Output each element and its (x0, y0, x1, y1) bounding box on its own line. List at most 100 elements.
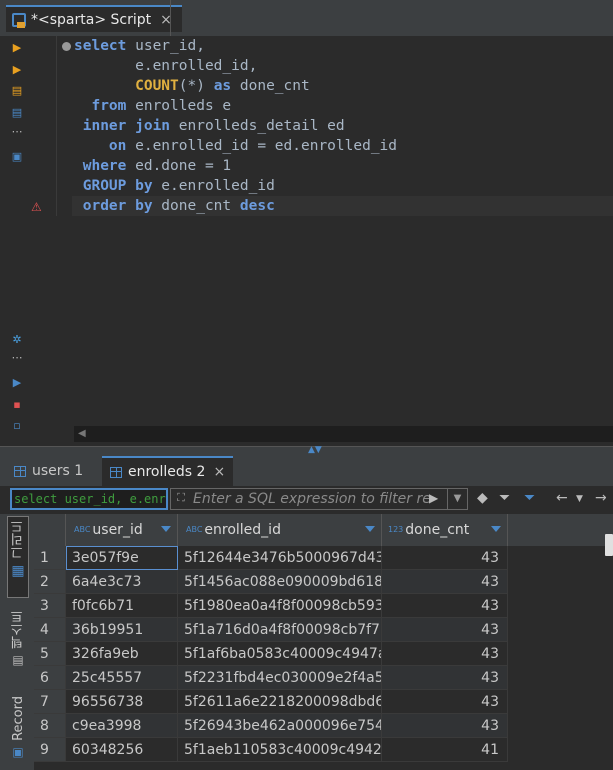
sql-keyword: desc (239, 198, 275, 214)
back-arrow-icon[interactable]: ← (556, 490, 568, 506)
cell-enrolled-id[interactable]: 5f12644e3476b5000967d439 (178, 546, 382, 570)
code-line[interactable]: select user_id, (74, 36, 613, 56)
horizontal-scrollbar[interactable]: ◀ (74, 426, 613, 442)
table-row[interactable]: 9 60348256 5f1aeb110583c40009c49426 41 (34, 738, 508, 762)
execute-statement-icon[interactable]: ▶ (10, 40, 24, 54)
code-line[interactable]: COUNT(*) as done_cnt (74, 76, 613, 96)
expand-filter-icon[interactable]: ⛶ (173, 491, 189, 507)
sql-text: e.enrolled_id (152, 178, 275, 194)
scroll-left-icon[interactable]: ◀ (78, 428, 86, 439)
export-icon[interactable]: ▶ (10, 375, 24, 389)
cell-user-id[interactable]: 96556738 (66, 690, 178, 714)
output-icon[interactable]: ▫ (10, 418, 24, 432)
cell-done-cnt[interactable]: 43 (382, 690, 508, 714)
sql-keyword: select (74, 38, 127, 54)
code-line[interactable]: where ed.done = 1 (74, 156, 613, 176)
results-grid[interactable]: ABC user_id ABC enrolled_id 123 done_cnt… (34, 514, 613, 770)
cell-done-cnt[interactable]: 43 (382, 714, 508, 738)
sql-keyword: GROUP by (82, 178, 153, 194)
execute-new-tab-icon[interactable]: ▶ (10, 62, 24, 76)
column-header-user-id[interactable]: ABC user_id (66, 514, 178, 546)
table-row[interactable]: 1 3e057f9e 5f12644e3476b5000967d439 43 (34, 546, 508, 570)
sql-text: e.enrolled_id, (74, 58, 258, 74)
filter-settings-icon[interactable]: ⏷ (499, 490, 510, 506)
explain-plan-icon[interactable]: ▤ (10, 105, 24, 119)
code-line[interactable]: order by done_cnt desc (72, 196, 613, 216)
apply-filter-icon[interactable]: ▶ (429, 491, 438, 505)
cell-enrolled-id[interactable]: 5f1af6ba0583c40009c4947a (178, 642, 382, 666)
close-icon[interactable]: × (213, 464, 225, 480)
text-view-icon: ▤ (12, 653, 24, 667)
cell-done-cnt[interactable]: 43 (382, 666, 508, 690)
code-line[interactable]: GROUP by e.enrolled_id (74, 176, 613, 196)
terminal-icon[interactable]: ▣ (10, 149, 24, 163)
sort-icon[interactable] (365, 526, 375, 532)
query-text-preview[interactable]: select user_id, e.enr (10, 488, 168, 510)
more-tools-icon[interactable]: ⋯ (10, 124, 24, 138)
filter-input[interactable] (193, 489, 429, 509)
cell-user-id[interactable]: c9ea3998 (66, 714, 178, 738)
import-icon[interactable]: ▪ (10, 397, 24, 411)
cell-user-id[interactable]: 326fa9eb (66, 642, 178, 666)
column-header-done-cnt[interactable]: 123 done_cnt (382, 514, 508, 546)
table-row[interactable]: 6 25c45557 5f2231fbd4ec030009e2f4a5 43 (34, 666, 508, 690)
execute-script-icon[interactable]: ▤ (10, 83, 24, 97)
code-area[interactable]: select user_id, e.enrolled_id, COUNT(*) … (72, 36, 613, 216)
settings-icon[interactable]: ✲ (10, 332, 24, 346)
cell-enrolled-id[interactable]: 5f1456ac088e090009bd6188 (178, 570, 382, 594)
cell-enrolled-id[interactable]: 5f1a716d0a4f8f00098cb7f7 (178, 618, 382, 642)
code-line[interactable]: e.enrolled_id, (74, 56, 613, 76)
table-row[interactable]: 7 96556738 5f2611a6e2218200098dbd6d 43 (34, 690, 508, 714)
cell-user-id[interactable]: f0fc6b71 (66, 594, 178, 618)
eraser-icon[interactable]: ◆ (477, 490, 488, 506)
cell-user-id[interactable]: 60348256 (66, 738, 178, 762)
splitter-handle-icon[interactable]: ▲▼ (308, 446, 322, 455)
table-row[interactable]: 3 f0fc6b71 5f1980ea0a4f8f00098cb593 43 (34, 594, 508, 618)
code-line[interactable]: inner join enrolleds_detail ed (74, 116, 613, 136)
cell-enrolled-id[interactable]: 5f2231fbd4ec030009e2f4a5 (178, 666, 382, 690)
sql-keyword: from (91, 98, 127, 114)
sort-icon[interactable] (491, 526, 501, 532)
cell-enrolled-id[interactable]: 5f1980ea0a4f8f00098cb593 (178, 594, 382, 618)
tab-users-1[interactable]: users 1 (6, 456, 91, 486)
vertical-scrollbar-thumb[interactable] (605, 534, 613, 556)
cell-done-cnt[interactable]: 43 (382, 642, 508, 666)
editor-tab-script[interactable]: *<sparta> Script × (6, 5, 182, 32)
table-row[interactable]: 5 326fa9eb 5f1af6ba0583c40009c4947a 43 (34, 642, 508, 666)
cell-user-id[interactable]: 3e057f9e (66, 546, 178, 570)
more-panel-icon[interactable]: ⋯ (10, 350, 24, 364)
table-row[interactable]: 2 6a4e3c73 5f1456ac088e090009bd6188 43 (34, 570, 508, 594)
back-dropdown-icon[interactable]: ▼ (576, 494, 583, 504)
tab-enrolleds-2[interactable]: enrolleds 2 × (102, 456, 234, 486)
cell-user-id[interactable]: 36b19951 (66, 618, 178, 642)
cell-done-cnt[interactable]: 43 (382, 594, 508, 618)
cell-enrolled-id[interactable]: 5f1aeb110583c40009c49426 (178, 738, 382, 762)
result-tab-bar: users 1 enrolleds 2 × (0, 454, 613, 486)
cell-user-id[interactable]: 6a4e3c73 (66, 570, 178, 594)
sort-icon[interactable] (161, 526, 171, 532)
cell-enrolled-id[interactable]: 5f2611a6e2218200098dbd6d (178, 690, 382, 714)
fold-icon[interactable] (62, 42, 71, 51)
cell-done-cnt[interactable]: 43 (382, 546, 508, 570)
tab-grid[interactable]: 그리드 ▦ (8, 520, 28, 579)
code-line[interactable]: on e.enrolled_id = ed.enrolled_id (74, 136, 613, 156)
cell-done-cnt[interactable]: 43 (382, 618, 508, 642)
sql-text: done_cnt (231, 78, 310, 94)
code-line[interactable]: from enrolleds e (74, 96, 613, 116)
column-header-enrolled-id[interactable]: ABC enrolled_id (178, 514, 382, 546)
cell-user-id[interactable]: 25c45557 (66, 666, 178, 690)
cell-enrolled-id[interactable]: 5f26943be462a000096e754e (178, 714, 382, 738)
filter-icon[interactable]: ⏷ (524, 490, 535, 506)
filter-history-dropdown[interactable]: ▼ (447, 489, 467, 509)
sql-editor[interactable]: ▶ ▶ ▤ ▤ ⋯ ▣ ✲ ⋯ ▶ ▪ ▫ ⚠ select user_id, … (0, 36, 613, 446)
tab-text[interactable]: 텍스트 ▤ (8, 610, 28, 667)
tab-record[interactable]: Record ▣ (8, 696, 28, 759)
table-row[interactable]: 8 c9ea3998 5f26943be462a000096e754e 43 (34, 714, 508, 738)
forward-arrow-icon[interactable]: → (595, 490, 607, 506)
cell-done-cnt[interactable]: 43 (382, 570, 508, 594)
cell-done-cnt[interactable]: 41 (382, 738, 508, 762)
panel-splitter[interactable]: ▲▼ (0, 446, 613, 455)
table-row[interactable]: 4 36b19951 5f1a716d0a4f8f00098cb7f7 43 (34, 618, 508, 642)
